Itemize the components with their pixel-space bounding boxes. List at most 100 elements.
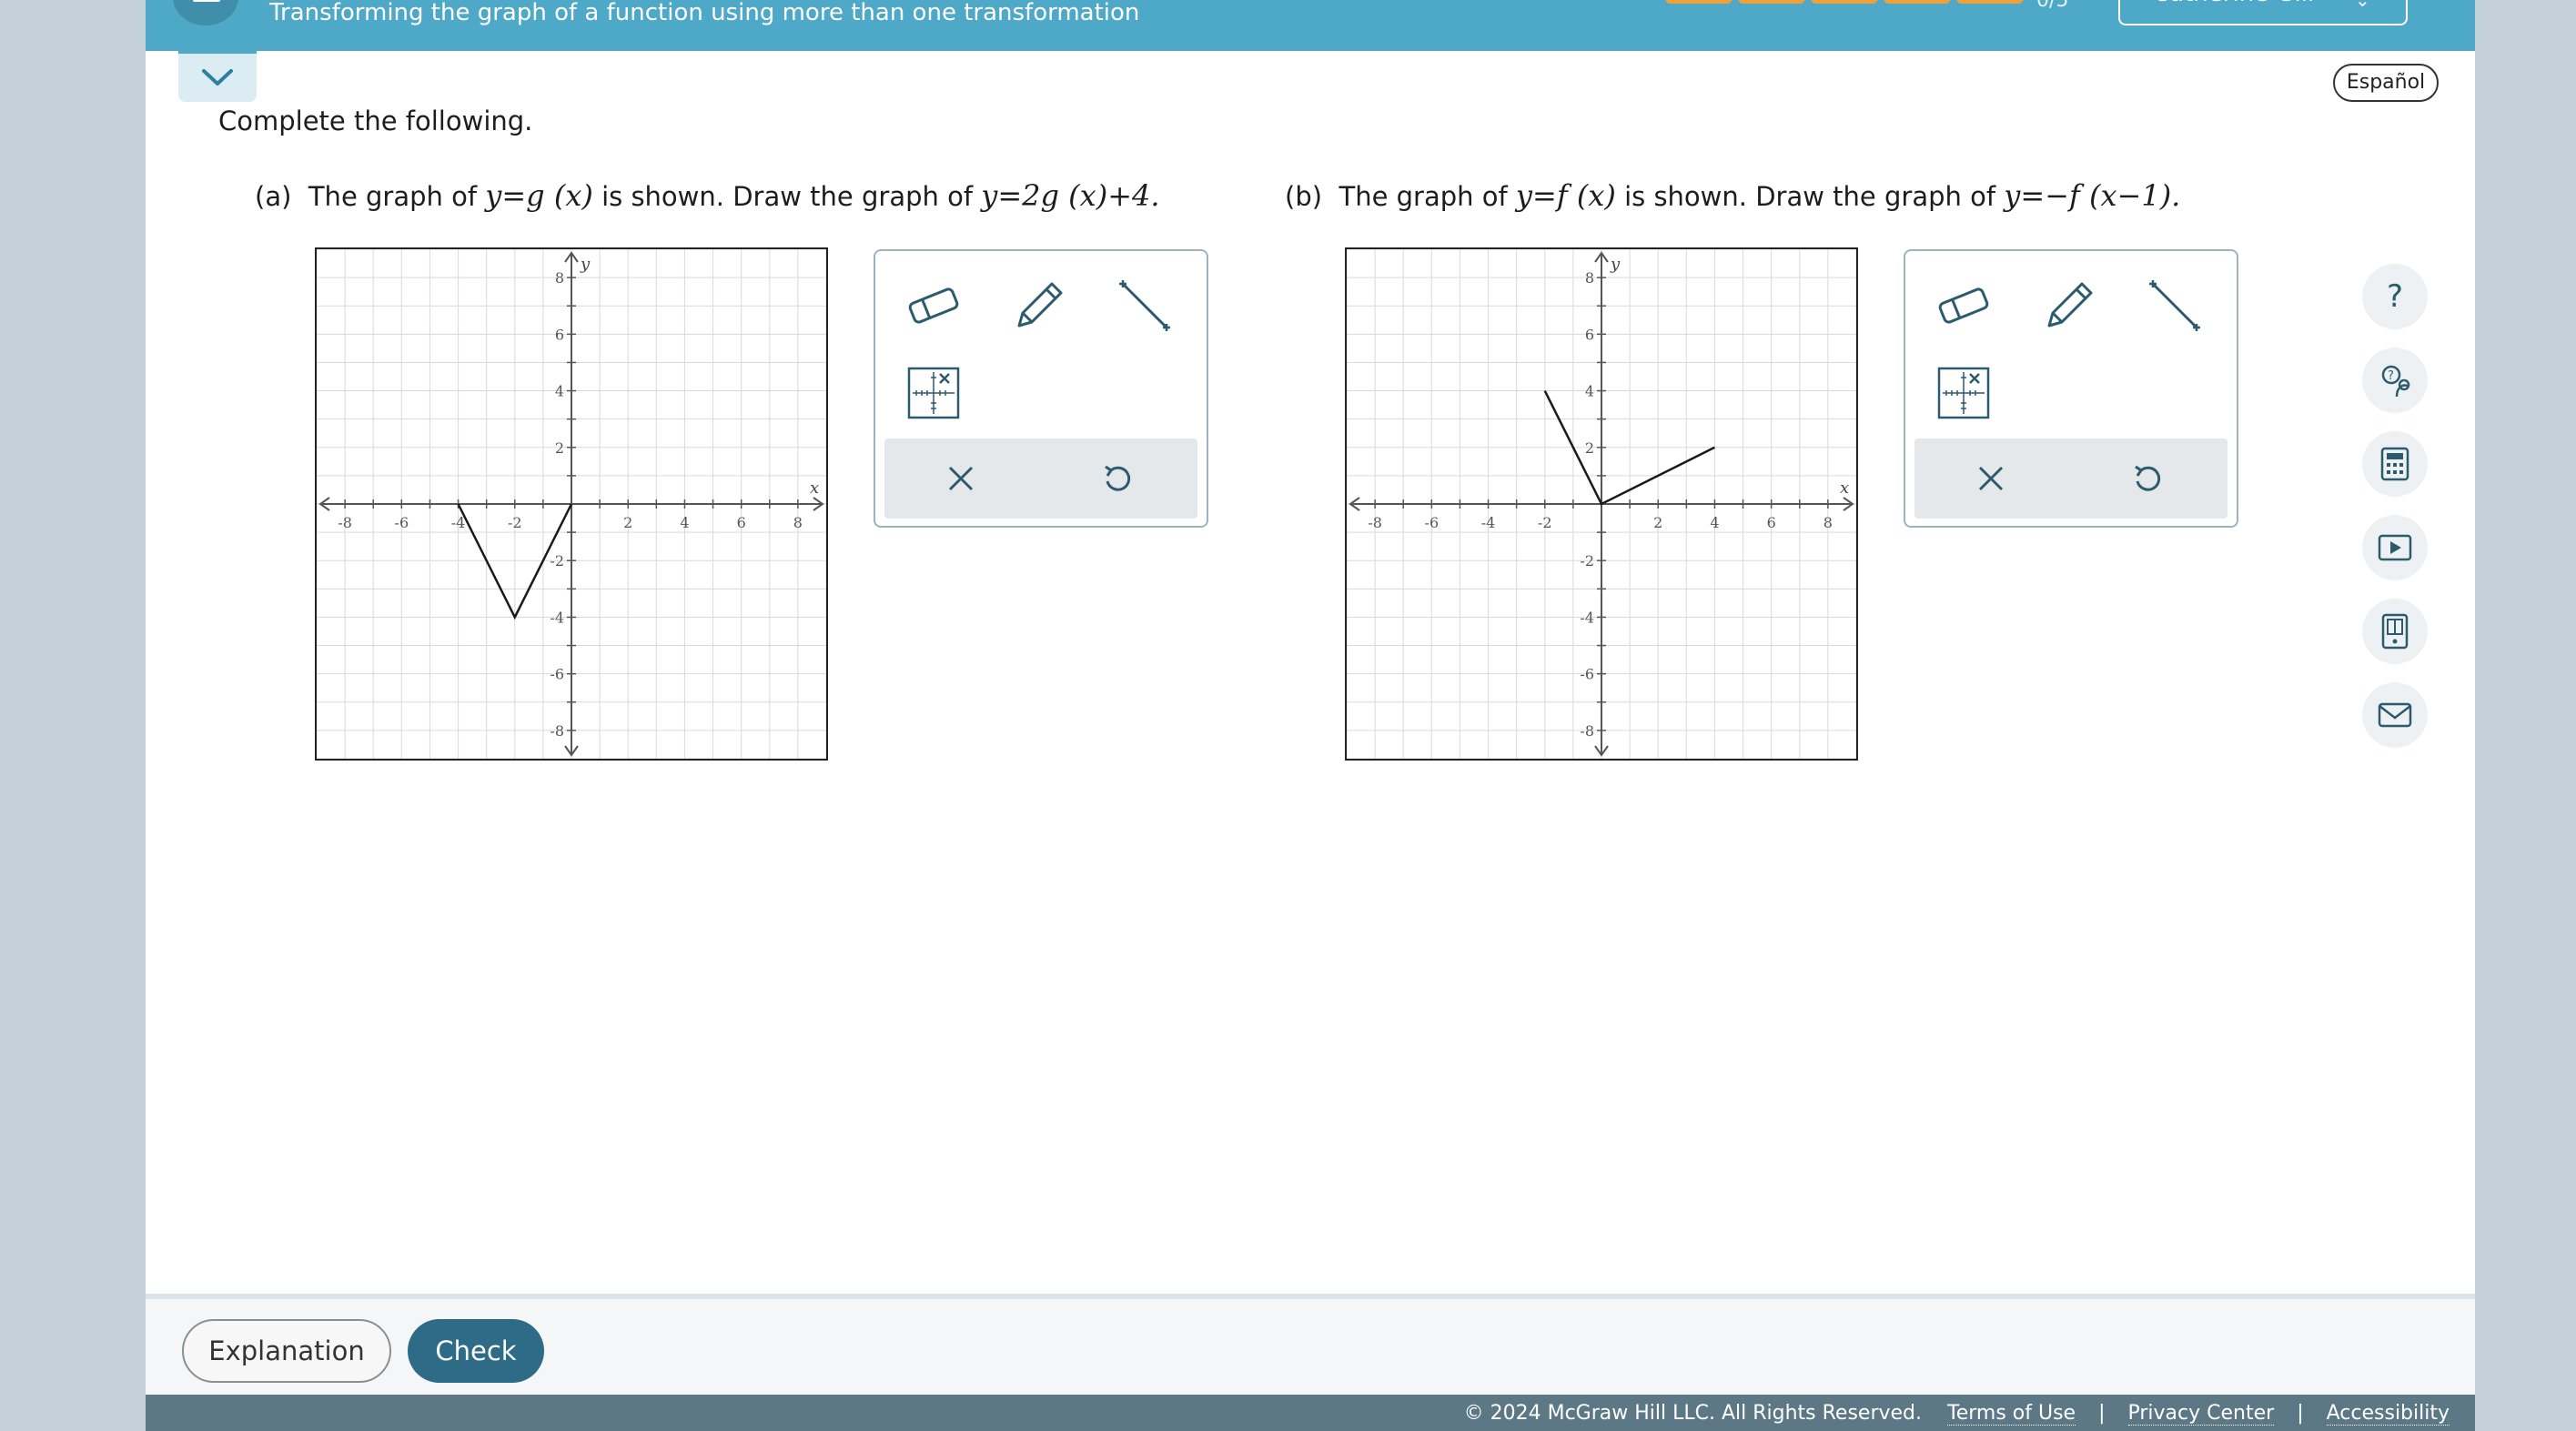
problem-a-prompt: (a) The graph of y=g (x) is shown. Draw … <box>255 178 1160 213</box>
pencil-tool[interactable] <box>2033 269 2106 342</box>
x-tick-label: 6 <box>1767 514 1776 531</box>
legal-footer: © 2024 McGraw Hill LLC. All Rights Reser… <box>146 1395 2475 1431</box>
y-tick-label: -6 <box>550 666 564 683</box>
answer-footer: Explanation Check <box>146 1294 2475 1394</box>
instructions: Complete the following. <box>218 106 533 136</box>
target-function: y=−f (x−1). <box>2004 178 2181 213</box>
clear-button[interactable] <box>1955 442 2027 515</box>
tool-actions <box>884 438 1197 519</box>
eraser-tool[interactable] <box>897 269 970 342</box>
message-icon <box>2378 702 2412 728</box>
legal-links: © 2024 McGraw Hill LLC. All Rights Reser… <box>1464 1402 2450 1426</box>
given-function: y=f (x) <box>1515 178 1616 213</box>
prompt-text: is shown. Draw the graph of <box>601 181 974 212</box>
user-name: Catherine Gill <box>2153 0 2314 7</box>
y-tick-label: 6 <box>1585 326 1594 343</box>
pencil-icon <box>1017 282 1063 328</box>
y-tick-label: -4 <box>550 609 564 626</box>
pencil-icon <box>2047 282 2093 328</box>
topic-title: Transforming the graph of a function usi… <box>269 0 1140 26</box>
x-tick-label: -2 <box>1538 514 1552 531</box>
y-tick-label: 2 <box>555 439 564 457</box>
chevron-down-icon <box>202 69 233 86</box>
x-tick-label: -4 <box>1481 514 1496 531</box>
undo-button[interactable] <box>1081 442 1154 515</box>
check-button[interactable]: Check <box>408 1319 544 1383</box>
y-tick-label: -8 <box>550 722 564 740</box>
ask-help-button[interactable]: ? <box>2362 348 2428 413</box>
accessibility-link[interactable]: Accessibility <box>2326 1402 2450 1426</box>
x-tick-label: 4 <box>680 514 689 531</box>
user-menu[interactable]: Catherine Gill ⌄ <box>2118 0 2408 25</box>
progress-boxes <box>1665 0 2024 4</box>
textbook-button[interactable] <box>2362 599 2428 664</box>
tool-actions <box>1914 438 2227 519</box>
undo-icon <box>2135 465 2161 491</box>
prompt-text: is shown. Draw the graph of <box>1624 181 1996 212</box>
eraser-icon <box>908 287 959 324</box>
menu-button[interactable] <box>173 0 238 25</box>
y-tick-label: -2 <box>1580 552 1594 569</box>
undo-button[interactable] <box>2111 442 2184 515</box>
progress-box <box>1665 0 1732 4</box>
progress-box <box>1956 0 2024 4</box>
textbook-icon <box>2381 613 2409 650</box>
collapse-toggle[interactable] <box>178 51 257 102</box>
y-axis-label: y <box>1610 255 1621 274</box>
explanation-button[interactable]: Explanation <box>182 1319 391 1383</box>
video-button[interactable] <box>2362 515 2428 580</box>
calculator-button[interactable] <box>2362 431 2428 497</box>
x-tick-label: 2 <box>623 514 632 531</box>
y-tick-label: -4 <box>1580 609 1594 626</box>
close-icon <box>948 466 974 491</box>
x-tick-label: -6 <box>1425 514 1440 531</box>
line-segment-tool[interactable] <box>2138 269 2211 342</box>
terms-of-use-link[interactable]: Terms of Use <box>1947 1402 2076 1426</box>
graph-toolbox-b <box>1904 249 2238 528</box>
message-button[interactable] <box>2362 682 2428 748</box>
x-tick-label: 8 <box>1823 514 1833 531</box>
given-function: y=g (x) <box>485 178 593 213</box>
spanish-language-button[interactable]: Español <box>2333 64 2439 102</box>
chevron-down-icon: ⌄ <box>2355 0 2370 11</box>
x-tick-label: 4 <box>1710 514 1719 531</box>
pencil-tool[interactable] <box>1003 269 1076 342</box>
graph-canvas-b[interactable]: -8 -6 -4 -2 2 4 6 8 8 6 4 2 -2 -4 -6 -8 x y <box>1345 247 1858 761</box>
line-segment-icon <box>2149 280 2200 331</box>
y-axis-label: y <box>580 255 591 274</box>
coordinate-plane: -8 -6 -4 -2 2 4 6 8 8 6 4 2 -2 -4 -6 -8 x y <box>1347 249 1856 759</box>
target-function: y=2g (x)+4. <box>981 178 1160 213</box>
x-tick-label: -8 <box>338 514 352 531</box>
point-tool[interactable] <box>1927 357 2000 429</box>
problem-label: (a) <box>255 181 292 212</box>
problem-label: (b) <box>1285 181 1323 212</box>
y-tick-label: 4 <box>555 383 564 400</box>
x-axis-label: x <box>1840 479 1849 498</box>
line-segment-tool[interactable] <box>1108 269 1181 342</box>
question-icon: ? <box>2386 278 2404 315</box>
privacy-center-link[interactable]: Privacy Center <box>2127 1402 2275 1426</box>
undo-icon <box>1105 465 1131 491</box>
y-tick-label: -6 <box>1580 666 1594 683</box>
coordinate-plane: -8 -6 -4 -2 2 4 6 8 8 6 4 2 -2 -4 -6 -8 x y <box>317 249 826 759</box>
graph-canvas-a[interactable]: -8 -6 -4 -2 2 4 6 8 8 6 4 2 -2 -4 -6 -8 x y <box>315 247 828 761</box>
point-tool[interactable] <box>897 357 970 429</box>
clear-button[interactable] <box>924 442 997 515</box>
top-header: Transforming the graph of a function usi… <box>146 0 2475 51</box>
y-tick-label: 4 <box>1585 383 1594 400</box>
divider: | <box>2098 1402 2106 1425</box>
y-tick-label: -2 <box>550 552 564 569</box>
x-tick-label: -6 <box>395 514 409 531</box>
app-window: Transforming the graph of a function usi… <box>146 0 2475 1431</box>
point-grid-icon <box>907 367 960 419</box>
point-grid-icon <box>1937 367 1990 419</box>
help-person-icon: ? <box>2381 365 2410 398</box>
x-tick-label: 6 <box>737 514 746 531</box>
help-button[interactable]: ? <box>2362 264 2428 329</box>
y-tick-label: 8 <box>1585 269 1594 287</box>
video-icon <box>2378 534 2412 561</box>
progress-count: 0/5 <box>2036 0 2069 12</box>
x-tick-label: -4 <box>451 514 466 531</box>
eraser-tool[interactable] <box>1927 269 2000 342</box>
progress-box <box>1884 0 1951 4</box>
